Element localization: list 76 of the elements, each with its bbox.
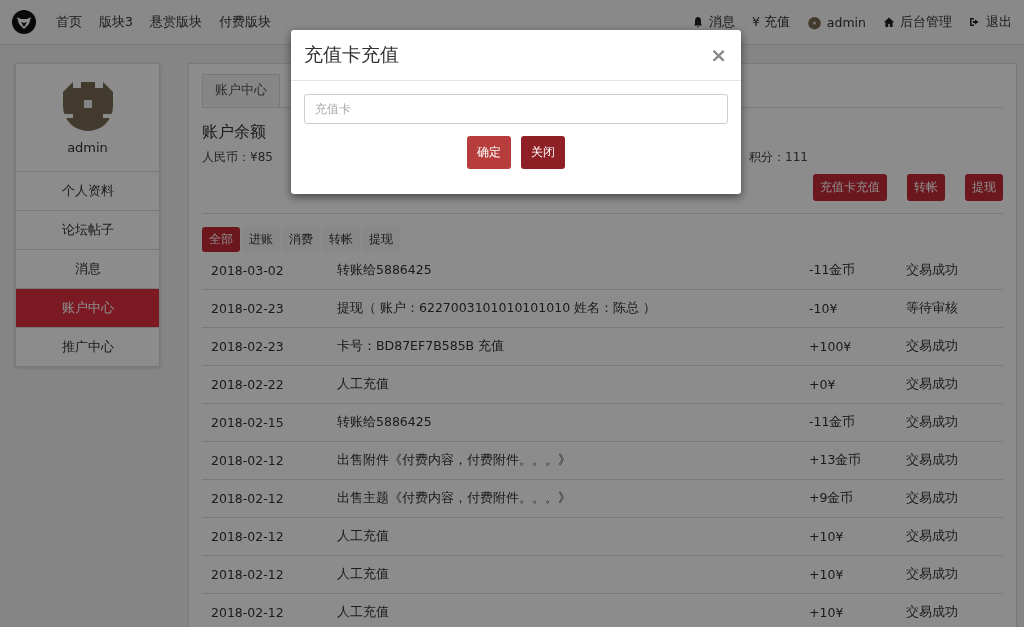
description-cell-text: 人工充值: [337, 566, 390, 583]
nav-link[interactable]: 消息: [691, 13, 735, 31]
sidebar-item[interactable]: 账户中心: [16, 288, 159, 327]
tab[interactable]: 账户中心: [202, 74, 280, 107]
description-cell-text: 转账给5886425: [337, 414, 433, 431]
status-cell-text: 交易成功: [906, 452, 959, 469]
status-cell-text: 交易成功: [906, 528, 959, 545]
date-cell-text: 2018-02-12: [211, 453, 285, 468]
description-cell-text: 提现（ 账户：6227003101010101010 姓名：陈总 ）: [337, 300, 658, 317]
action-button[interactable]: 转帐: [907, 174, 945, 201]
amount-cell-text: +10¥: [809, 529, 845, 544]
filter-tab[interactable]: 消费: [282, 227, 320, 252]
description-cell-text: 人工充值: [337, 528, 390, 545]
nav-link[interactable]: 版块3: [99, 13, 133, 31]
amount-cell-text: -11金币: [809, 262, 857, 279]
status-cell-text: 交易成功: [906, 566, 959, 583]
action-button[interactable]: 充值卡充值: [813, 174, 887, 201]
close-button[interactable]: ×: [710, 45, 727, 65]
balance-stat: 人民币：¥85: [202, 149, 273, 166]
description-cell-text: 出售附件《付费内容，付费附件。。。》: [337, 452, 572, 469]
fox-logo-icon[interactable]: [12, 10, 36, 34]
date-cell-text: 2018-02-15: [211, 415, 285, 430]
action-button[interactable]: 提现: [965, 174, 1003, 201]
nav-link[interactable]: ¥ 充值: [751, 13, 790, 31]
date-cell-text: 2018-02-23: [211, 301, 285, 316]
sidebar-item[interactable]: 推广中心: [16, 327, 159, 366]
date-cell-text: 2018-02-23: [211, 339, 285, 354]
description-cell-text: 转账给5886425: [337, 262, 433, 279]
filter-tab[interactable]: 进账: [242, 227, 280, 252]
date-cell-text: 2018-02-12: [211, 491, 285, 506]
filter-tab[interactable]: 全部: [202, 227, 240, 252]
balance-stat: 积分：111: [749, 149, 808, 166]
status-cell-text: 交易成功: [906, 414, 959, 431]
description-cell-text: 卡号：BD87EF7B585B 充值: [337, 338, 506, 355]
nav-link[interactable]: 悬赏版块: [149, 13, 202, 31]
nav-link[interactable]: 后台管理: [883, 13, 952, 31]
status-cell-text: 交易成功: [906, 490, 959, 507]
filter-tab[interactable]: 提现: [362, 227, 400, 252]
amount-cell-text: +10¥: [809, 605, 845, 620]
amount-cell-text: -11金币: [809, 414, 857, 431]
amount-cell-text: +10¥: [809, 567, 845, 582]
status-cell-text: 交易成功: [906, 604, 959, 621]
modal-button[interactable]: 确定: [467, 136, 511, 169]
status-cell-text: 交易成功: [906, 262, 959, 279]
avatar-icon: [806, 14, 822, 30]
amount-cell-text: +100¥: [809, 339, 853, 354]
nav-link[interactable]: 首页: [56, 13, 82, 31]
description-cell-text: 出售主题《付费内容，付费附件。。。》: [337, 490, 572, 507]
modal-title: 充值卡充值: [304, 42, 399, 67]
nav-link[interactable]: 退出: [969, 13, 1012, 31]
username: admin: [67, 140, 108, 155]
card-input-field[interactable]: 充值卡: [304, 94, 728, 124]
status-cell-text: 等待审核: [906, 300, 959, 317]
amount-cell-text: +0¥: [809, 377, 837, 392]
description-cell-text: 人工充值: [337, 604, 390, 621]
status-cell-text: 交易成功: [906, 376, 959, 393]
date-cell-text: 2018-03-02: [211, 263, 285, 278]
description-cell-text: 人工充值: [337, 376, 390, 393]
amount-cell-text: -10¥: [809, 301, 839, 316]
date-cell-text: 2018-02-12: [211, 567, 285, 582]
date-cell-text: 2018-02-22: [211, 377, 285, 392]
bell-icon: [691, 16, 704, 28]
date-cell-text: 2018-02-12: [211, 529, 285, 544]
amount-cell-text: +9金币: [809, 490, 855, 507]
modal-button[interactable]: 关闭: [521, 136, 565, 169]
section-heading: 账户余额: [202, 122, 267, 143]
sidebar-item[interactable]: 论坛帖子: [16, 210, 159, 249]
amount-cell-text: +13金币: [809, 452, 863, 469]
nav-link[interactable]: admin: [806, 14, 866, 30]
filter-tab[interactable]: 转帐: [322, 227, 360, 252]
nav-link[interactable]: 付费版块: [218, 13, 271, 31]
status-cell-text: 交易成功: [906, 338, 959, 355]
date-cell-text: 2018-02-12: [211, 605, 285, 620]
sign-out-icon: [969, 16, 981, 28]
sidebar-item[interactable]: 个人资料: [16, 171, 159, 210]
home-icon: [883, 16, 895, 28]
